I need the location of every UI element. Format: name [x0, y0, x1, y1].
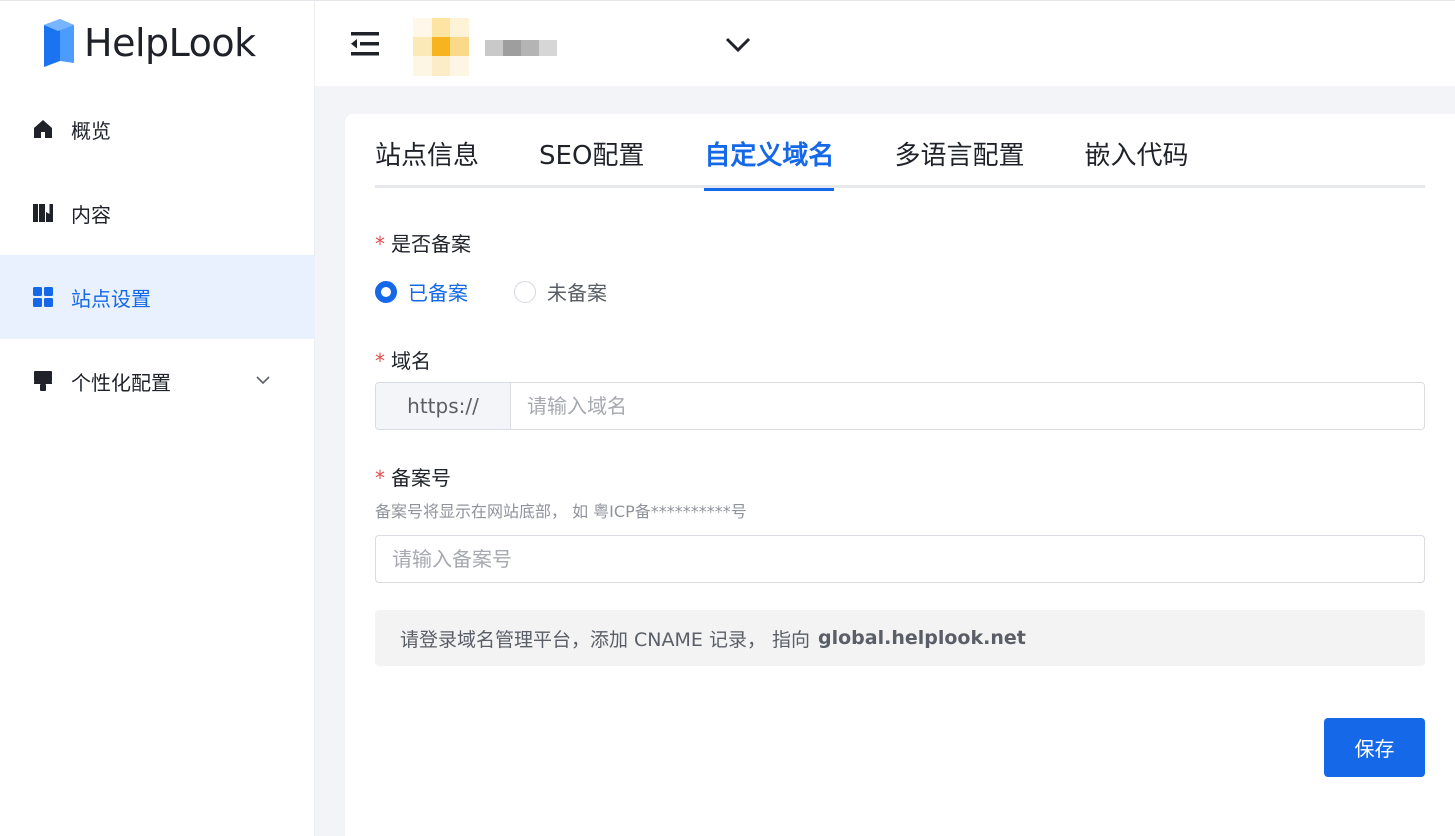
sidebar-item-content[interactable]: 内容 [0, 171, 315, 255]
chevron-down-icon [256, 376, 270, 385]
domain-label-text: 域名 [391, 349, 431, 373]
sidebar-item-site-settings[interactable]: 站点设置 [0, 255, 315, 339]
home-icon [32, 118, 54, 140]
radio-button[interactable] [375, 280, 397, 303]
required-mark: * [375, 349, 385, 373]
tab-embed-code[interactable]: 嵌入代码 [1084, 136, 1188, 188]
menu-collapse-icon[interactable] [349, 29, 381, 59]
settings-tabs: 站点信息 SEO配置 自定义域名 多语言配置 嵌入代码 [375, 136, 1425, 191]
cname-target: global.helplook.net [818, 627, 1026, 649]
sidebar-item-label: 个性化配置 [71, 370, 171, 395]
cname-notice: 请登录域名管理平台，添加 CNAME 记录， 指向 global.helploo… [375, 610, 1425, 666]
site-avatar-icon[interactable] [413, 18, 469, 76]
brand-name: HelpLook [84, 21, 256, 65]
save-button[interactable]: 保存 [1324, 718, 1425, 777]
icp-input[interactable] [375, 535, 1425, 583]
sidebar-item-overview[interactable]: 概览 [0, 87, 315, 171]
top-bar [315, 0, 1455, 86]
required-mark: * [375, 466, 385, 490]
sidebar-item-label: 站点设置 [71, 286, 151, 311]
radio-label: 未备案 [547, 281, 607, 305]
brand-logo[interactable]: HelpLook [38, 15, 256, 71]
radio-label: 已备案 [408, 281, 468, 305]
helplook-logo-icon [44, 19, 74, 67]
settings-card: 站点信息 SEO配置 自定义域名 多语言配置 嵌入代码 * 是否备案 已备案 未备… [345, 114, 1455, 836]
tab-seo[interactable]: SEO配置 [539, 136, 644, 188]
paint-brush-icon [32, 370, 54, 392]
radio-filed[interactable]: 已备案 [375, 277, 468, 306]
site-name-redacted [485, 40, 557, 56]
sidebar-nav: 概览 内容 站点设置 个性化配置 [0, 87, 315, 423]
icp-label: * 备案号 [375, 462, 451, 491]
radio-not-filed[interactable]: 未备案 [514, 277, 607, 306]
protocol-prefix: https:// [376, 383, 511, 429]
domain-label: * 域名 [375, 345, 431, 374]
sidebar-item-personalization[interactable]: 个性化配置 [0, 339, 315, 423]
filing-radio-group: 已备案 未备案 [375, 277, 653, 306]
domain-input-group: https:// [375, 382, 1425, 430]
tab-custom-domain[interactable]: 自定义域名 [704, 136, 835, 191]
sidebar-item-label: 内容 [71, 202, 111, 227]
book-icon [32, 202, 54, 224]
required-mark: * [375, 232, 385, 256]
icp-hint: 备案号将显示在网站底部， 如 粤ICP备**********号 [375, 502, 747, 521]
tab-multilanguage[interactable]: 多语言配置 [894, 136, 1024, 188]
tab-site-info[interactable]: 站点信息 [375, 136, 479, 188]
domain-input[interactable] [511, 383, 1424, 429]
notice-text: 请登录域名管理平台，添加 CNAME 记录， 指向 [400, 628, 810, 651]
chevron-down-icon[interactable] [723, 33, 753, 57]
filing-label: * 是否备案 [375, 228, 471, 257]
grid-icon [32, 286, 54, 308]
sidebar-item-label: 概览 [71, 118, 111, 143]
icp-label-text: 备案号 [391, 466, 451, 490]
radio-button[interactable] [514, 280, 536, 303]
sidebar: HelpLook 概览 内容 站点设置 个性化配置 [0, 0, 315, 836]
filing-label-text: 是否备案 [391, 232, 471, 256]
